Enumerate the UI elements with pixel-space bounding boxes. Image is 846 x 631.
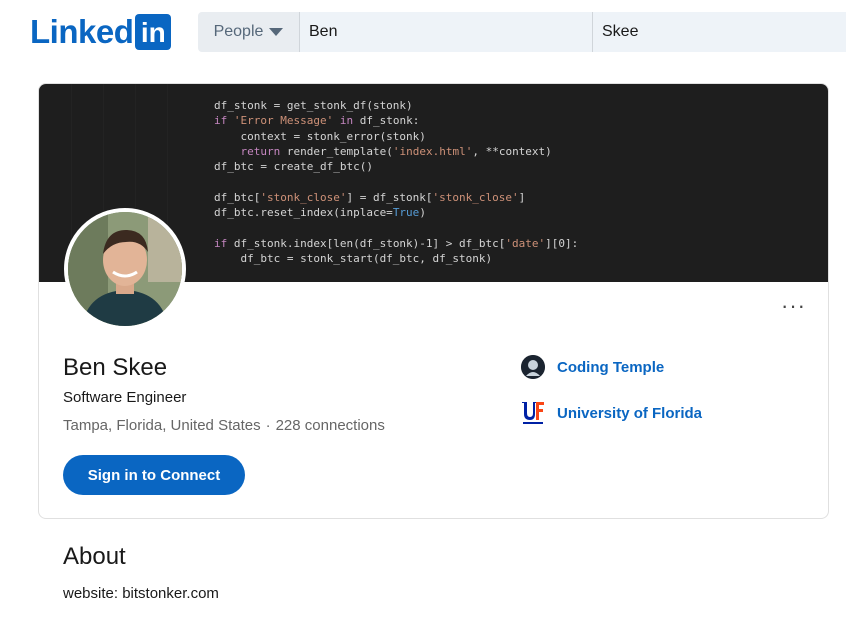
code-line: df_btc.reset_index(inplace=True) xyxy=(214,206,426,220)
first-name-input[interactable] xyxy=(300,12,593,52)
uf-logo-icon xyxy=(522,402,544,424)
about-text: website: bitstonker.com xyxy=(63,585,219,602)
org-university-of-florida[interactable]: University of Florida xyxy=(521,400,702,426)
code-line: if 'Error Message' in df_stonk: xyxy=(214,114,420,128)
org-name: University of Florida xyxy=(557,404,703,422)
coding-temple-logo-icon xyxy=(521,355,545,379)
code-line: df_btc = create_df_btc() xyxy=(214,160,373,174)
code-line: context = stonk_error(stonk) xyxy=(214,129,426,143)
caret-down-icon xyxy=(269,28,284,36)
profile-card: df_stonk = get_stonk_df(stonk) if 'Error… xyxy=(38,83,829,519)
profile-location: Tampa, Florida, United States xyxy=(63,417,261,434)
last-name-input[interactable] xyxy=(593,12,846,52)
profile-photo-image xyxy=(68,212,182,326)
code-line: df_stonk = get_stonk_df(stonk) xyxy=(214,99,413,112)
search-bar: People xyxy=(198,12,846,52)
profile-meta: Tampa, Florida, United States · 228 connec… xyxy=(63,417,385,434)
search-type-select[interactable]: People xyxy=(198,12,300,52)
more-options-button[interactable]: ··· xyxy=(781,295,806,317)
meta-separator: · xyxy=(265,417,271,434)
logo-in-box: in xyxy=(135,14,172,50)
code-line: df_btc = stonk_start(df_btc, df_stonk) xyxy=(214,251,493,265)
code-line: return render_template('index.html', **c… xyxy=(240,144,552,158)
about-heading: About xyxy=(63,543,126,570)
banner-code: df_stonk = get_stonk_df(stonk) if 'Error… xyxy=(214,98,578,266)
profile-name: Ben Skee xyxy=(63,354,168,381)
sign-in-to-connect-button[interactable]: Sign in to Connect xyxy=(63,455,245,495)
profile-headline: Software Engineer xyxy=(63,389,187,406)
logo-text: Linked xyxy=(30,13,134,50)
org-name: Coding Temple xyxy=(557,358,665,376)
code-line: df_btc['stonk_close'] = df_stonk['stonk_… xyxy=(214,190,526,204)
linkedin-logo[interactable]: Linked in xyxy=(30,13,172,50)
profile-connections: 228 connections xyxy=(275,417,385,434)
org-coding-temple[interactable]: Coding Temple xyxy=(521,355,664,379)
profile-photo[interactable] xyxy=(64,208,186,330)
code-line: if df_stonk.index[len(df_stonk)-1] > df_… xyxy=(214,236,579,250)
search-type-label: People xyxy=(213,23,264,40)
